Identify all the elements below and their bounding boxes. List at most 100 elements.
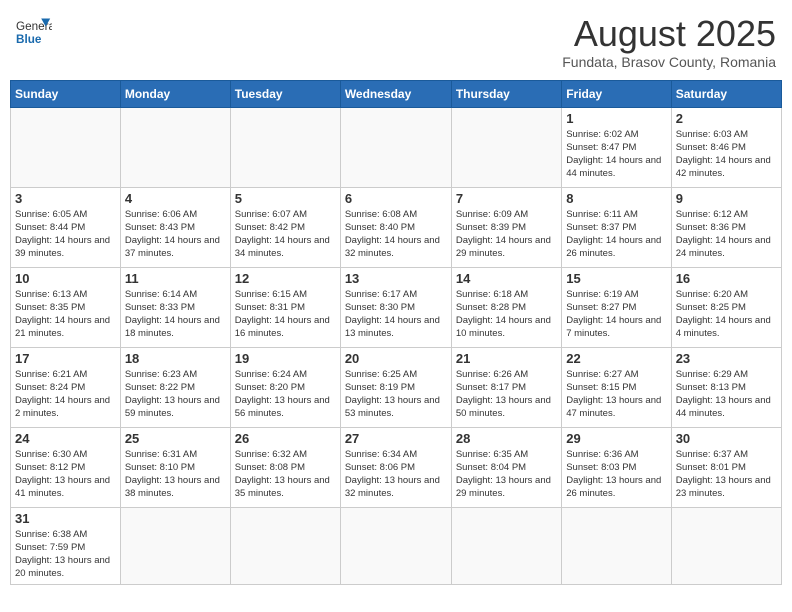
weekday-header-monday: Monday — [120, 80, 230, 107]
day-number: 31 — [15, 511, 116, 526]
calendar-table: SundayMondayTuesdayWednesdayThursdayFrid… — [10, 80, 782, 585]
day-info: Sunrise: 6:15 AM Sunset: 8:31 PM Dayligh… — [235, 288, 336, 341]
day-number: 12 — [235, 271, 336, 286]
calendar-cell — [671, 507, 781, 584]
calendar-cell: 30Sunrise: 6:37 AM Sunset: 8:01 PM Dayli… — [671, 427, 781, 507]
calendar-cell: 29Sunrise: 6:36 AM Sunset: 8:03 PM Dayli… — [562, 427, 671, 507]
day-info: Sunrise: 6:26 AM Sunset: 8:17 PM Dayligh… — [456, 368, 557, 421]
day-number: 13 — [345, 271, 447, 286]
day-info: Sunrise: 6:37 AM Sunset: 8:01 PM Dayligh… — [676, 448, 777, 501]
calendar-cell: 19 Sunrise: 6:24 AM Sunset: 8:20 PM Dayli… — [230, 347, 340, 427]
calendar-cell — [562, 507, 671, 584]
day-number: 11 — [125, 271, 226, 286]
day-info: Sunrise: 6:05 AM Sunset: 8:44 PM Dayligh… — [15, 208, 116, 261]
calendar-cell — [340, 507, 451, 584]
day-number: 22 — [566, 351, 666, 366]
day-info: Sunrise: 6:21 AM Sunset: 8:24 PM Dayligh… — [15, 368, 116, 421]
calendar-cell: 23 Sunrise: 6:29 AM Sunset: 8:13 PM Dayli… — [671, 347, 781, 427]
calendar-cell: 10Sunrise: 6:13 AM Sunset: 8:35 PM Dayli… — [11, 267, 121, 347]
day-info: Sunrise: 6:32 AM Sunset: 8:08 PM Dayligh… — [235, 448, 336, 501]
day-info: Sunrise: 6:31 AM Sunset: 8:10 PM Dayligh… — [125, 448, 226, 501]
calendar-cell: 6 Sunrise: 6:08 AM Sunset: 8:40 PM Daylig… — [340, 187, 451, 267]
calendar-cell: 25 Sunrise: 6:31 AM Sunset: 8:10 PM Dayli… — [120, 427, 230, 507]
calendar-cell: 27 Sunrise: 6:34 AM Sunset: 8:06 PM Dayli… — [340, 427, 451, 507]
calendar-cell: 24 Sunrise: 6:30 AM Sunset: 8:12 PM Dayli… — [11, 427, 121, 507]
calendar-cell: 22 Sunrise: 6:27 AM Sunset: 8:15 PM Dayli… — [562, 347, 671, 427]
day-number: 24 — [15, 431, 116, 446]
day-number: 2 — [676, 111, 777, 126]
day-info: Sunrise: 6:08 AM Sunset: 8:40 PM Dayligh… — [345, 208, 447, 261]
logo: General Blue — [16, 14, 52, 50]
page-header: General Blue August 2025 Fundata, Brasov… — [10, 10, 782, 74]
day-info: Sunrise: 6:29 AM Sunset: 8:13 PM Dayligh… — [676, 368, 777, 421]
day-number: 16 — [676, 271, 777, 286]
title-area: August 2025 Fundata, Brasov County, Roma… — [562, 14, 776, 70]
day-info: Sunrise: 6:19 AM Sunset: 8:27 PM Dayligh… — [566, 288, 666, 341]
calendar-cell: 7 Sunrise: 6:09 AM Sunset: 8:39 PM Daylig… — [451, 187, 561, 267]
calendar-cell: 11Sunrise: 6:14 AM Sunset: 8:33 PM Dayli… — [120, 267, 230, 347]
day-number: 8 — [566, 191, 666, 206]
calendar-cell: 5Sunrise: 6:07 AM Sunset: 8:42 PM Daylig… — [230, 187, 340, 267]
weekday-header-saturday: Saturday — [671, 80, 781, 107]
day-number: 28 — [456, 431, 557, 446]
weekday-header-friday: Friday — [562, 80, 671, 107]
day-info: Sunrise: 6:38 AM Sunset: 7:59 PM Dayligh… — [15, 528, 116, 581]
day-info: Sunrise: 6:17 AM Sunset: 8:30 PM Dayligh… — [345, 288, 447, 341]
day-info: Sunrise: 6:06 AM Sunset: 8:43 PM Dayligh… — [125, 208, 226, 261]
day-info: Sunrise: 6:20 AM Sunset: 8:25 PM Dayligh… — [676, 288, 777, 341]
day-info: Sunrise: 6:03 AM Sunset: 8:46 PM Dayligh… — [676, 128, 777, 181]
day-info: Sunrise: 6:02 AM Sunset: 8:47 PM Dayligh… — [566, 128, 666, 181]
calendar-cell — [11, 107, 121, 187]
day-number: 18 — [125, 351, 226, 366]
day-number: 15 — [566, 271, 666, 286]
calendar-cell — [340, 107, 451, 187]
calendar-cell: 16 Sunrise: 6:20 AM Sunset: 8:25 PM Dayli… — [671, 267, 781, 347]
calendar-cell: 17 Sunrise: 6:21 AM Sunset: 8:24 PM Dayli… — [11, 347, 121, 427]
calendar-cell — [230, 107, 340, 187]
calendar-week-row: 3 Sunrise: 6:05 AM Sunset: 8:44 PM Daylig… — [11, 187, 782, 267]
day-info: Sunrise: 6:30 AM Sunset: 8:12 PM Dayligh… — [15, 448, 116, 501]
generalblue-logo-icon: General Blue — [16, 14, 52, 50]
calendar-cell — [451, 507, 561, 584]
day-info: Sunrise: 6:11 AM Sunset: 8:37 PM Dayligh… — [566, 208, 666, 261]
weekday-header-row: SundayMondayTuesdayWednesdayThursdayFrid… — [11, 80, 782, 107]
day-info: Sunrise: 6:24 AM Sunset: 8:20 PM Dayligh… — [235, 368, 336, 421]
day-number: 27 — [345, 431, 447, 446]
day-number: 19 — [235, 351, 336, 366]
day-info: Sunrise: 6:12 AM Sunset: 8:36 PM Dayligh… — [676, 208, 777, 261]
day-number: 4 — [125, 191, 226, 206]
day-info: Sunrise: 6:18 AM Sunset: 8:28 PM Dayligh… — [456, 288, 557, 341]
calendar-week-row: 10Sunrise: 6:13 AM Sunset: 8:35 PM Dayli… — [11, 267, 782, 347]
day-info: Sunrise: 6:27 AM Sunset: 8:15 PM Dayligh… — [566, 368, 666, 421]
day-number: 3 — [15, 191, 116, 206]
day-info: Sunrise: 6:34 AM Sunset: 8:06 PM Dayligh… — [345, 448, 447, 501]
calendar-cell: 14Sunrise: 6:18 AM Sunset: 8:28 PM Dayli… — [451, 267, 561, 347]
weekday-header-sunday: Sunday — [11, 80, 121, 107]
calendar-cell: 18Sunrise: 6:23 AM Sunset: 8:22 PM Dayli… — [120, 347, 230, 427]
calendar-cell: 9 Sunrise: 6:12 AM Sunset: 8:36 PM Daylig… — [671, 187, 781, 267]
day-number: 25 — [125, 431, 226, 446]
day-number: 23 — [676, 351, 777, 366]
day-number: 21 — [456, 351, 557, 366]
calendar-week-row: 24 Sunrise: 6:30 AM Sunset: 8:12 PM Dayli… — [11, 427, 782, 507]
calendar-week-row: 17 Sunrise: 6:21 AM Sunset: 8:24 PM Dayli… — [11, 347, 782, 427]
day-number: 7 — [456, 191, 557, 206]
calendar-cell: 26Sunrise: 6:32 AM Sunset: 8:08 PM Dayli… — [230, 427, 340, 507]
calendar-cell: 3 Sunrise: 6:05 AM Sunset: 8:44 PM Daylig… — [11, 187, 121, 267]
calendar-cell: 1 Sunrise: 6:02 AM Sunset: 8:47 PM Daylig… — [562, 107, 671, 187]
day-number: 1 — [566, 111, 666, 126]
weekday-header-thursday: Thursday — [451, 80, 561, 107]
day-info: Sunrise: 6:07 AM Sunset: 8:42 PM Dayligh… — [235, 208, 336, 261]
calendar-week-row: 31 Sunrise: 6:38 AM Sunset: 7:59 PM Dayli… — [11, 507, 782, 584]
day-number: 17 — [15, 351, 116, 366]
calendar-cell: 8 Sunrise: 6:11 AM Sunset: 8:37 PM Daylig… — [562, 187, 671, 267]
calendar-cell: 2 Sunrise: 6:03 AM Sunset: 8:46 PM Daylig… — [671, 107, 781, 187]
day-info: Sunrise: 6:09 AM Sunset: 8:39 PM Dayligh… — [456, 208, 557, 261]
location-subtitle: Fundata, Brasov County, Romania — [562, 54, 776, 70]
weekday-header-wednesday: Wednesday — [340, 80, 451, 107]
day-number: 20 — [345, 351, 447, 366]
day-info: Sunrise: 6:35 AM Sunset: 8:04 PM Dayligh… — [456, 448, 557, 501]
day-number: 10 — [15, 271, 116, 286]
day-number: 6 — [345, 191, 447, 206]
day-number: 9 — [676, 191, 777, 206]
